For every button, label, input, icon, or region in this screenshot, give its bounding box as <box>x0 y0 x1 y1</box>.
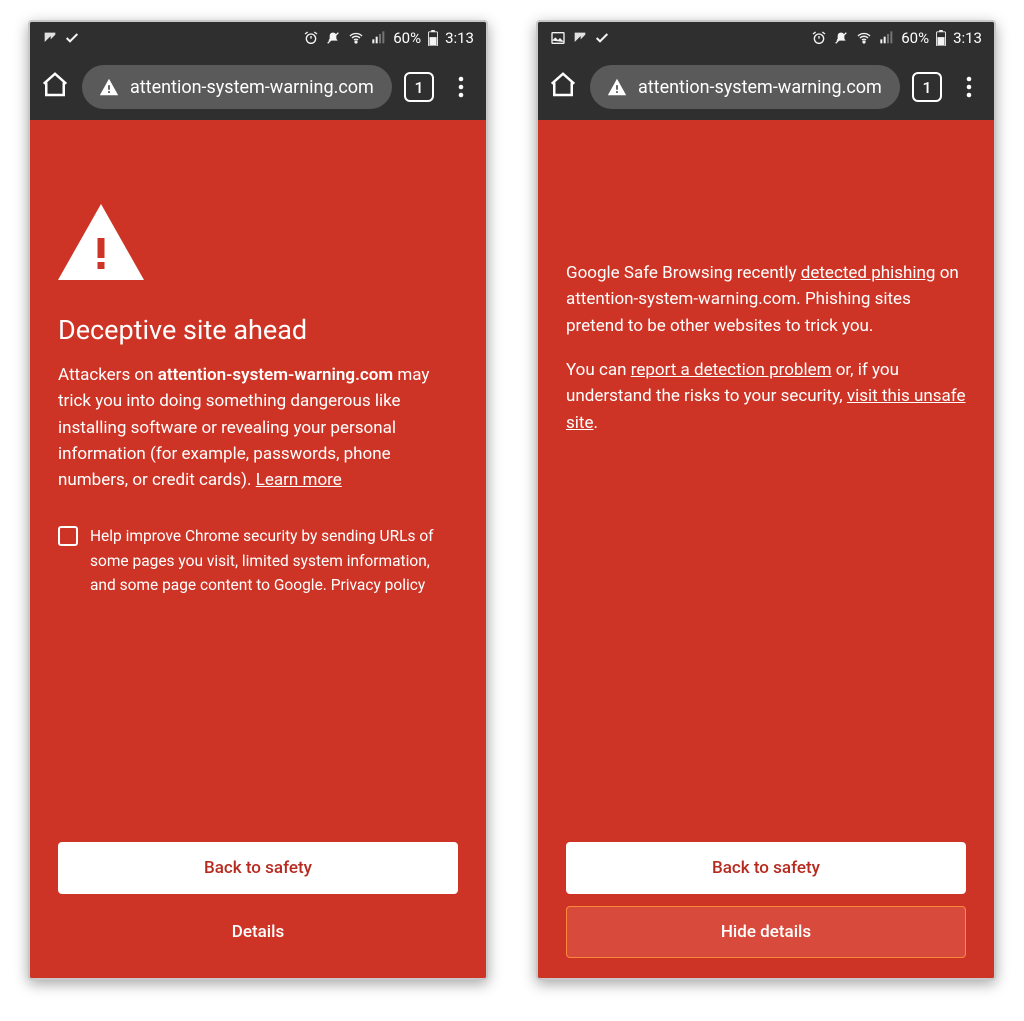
battery-percent: 60% <box>393 29 421 47</box>
opt-in-label: Help improve Chrome security by sending … <box>90 524 458 598</box>
back-to-safety-button[interactable]: Back to safety <box>58 842 458 894</box>
signal-icon <box>879 30 895 46</box>
url-bar[interactable]: attention-system-warning.com <box>590 65 900 109</box>
alarm-icon <box>303 30 319 46</box>
home-icon[interactable] <box>548 70 578 104</box>
home-icon[interactable] <box>40 70 70 104</box>
nfc-icon <box>572 30 588 46</box>
battery-icon <box>427 30 439 46</box>
wifi-icon <box>855 30 873 46</box>
tab-count-number: 1 <box>414 78 423 97</box>
big-warning-icon <box>58 204 458 284</box>
status-bar: 60% 3:13 <box>30 22 486 54</box>
url-text: attention-system-warning.com <box>638 77 882 98</box>
back-to-safety-button[interactable]: Back to safety <box>566 842 966 894</box>
picture-icon <box>550 30 566 46</box>
report-problem-link[interactable]: report a detection problem <box>631 360 832 380</box>
tab-count-number: 1 <box>922 78 931 97</box>
battery-icon <box>935 30 947 46</box>
phone-screenshot-details: 60% 3:13 attention-system-warning.com 1 … <box>536 20 996 980</box>
details-paragraph-1: Google Safe Browsing recently detected p… <box>566 260 966 339</box>
opt-in-checkbox[interactable] <box>58 526 78 546</box>
details-button[interactable]: Details <box>58 906 458 958</box>
clock-time: 3:13 <box>445 29 474 47</box>
more-menu-icon[interactable] <box>954 76 984 98</box>
warning-triangle-icon <box>606 76 628 98</box>
opt-in-row: Help improve Chrome security by sending … <box>58 524 458 598</box>
privacy-policy-link[interactable]: Privacy policy <box>331 576 425 594</box>
details-paragraph-2: You can report a detection problem or, i… <box>566 357 966 436</box>
detected-phishing-link[interactable]: detected phishing <box>801 263 936 283</box>
check-icon <box>594 30 610 46</box>
mute-icon <box>833 30 849 46</box>
url-bar[interactable]: attention-system-warning.com <box>82 65 392 109</box>
wifi-icon <box>347 30 365 46</box>
status-right-icons: 60% 3:13 <box>811 29 982 47</box>
warning-body: Attackers on attention-system-warning.co… <box>58 362 458 494</box>
tab-switcher[interactable]: 1 <box>912 72 942 102</box>
browser-toolbar: attention-system-warning.com 1 <box>30 54 486 120</box>
status-left-icons <box>550 30 610 46</box>
status-bar: 60% 3:13 <box>538 22 994 54</box>
status-left-icons <box>42 30 80 46</box>
hide-details-button[interactable]: Hide details <box>566 906 966 958</box>
check-icon <box>64 30 80 46</box>
alarm-icon <box>811 30 827 46</box>
nfc-icon <box>42 30 58 46</box>
signal-icon <box>371 30 387 46</box>
clock-time: 3:13 <box>953 29 982 47</box>
warning-triangle-icon <box>98 76 120 98</box>
tab-switcher[interactable]: 1 <box>404 72 434 102</box>
battery-percent: 60% <box>901 29 929 47</box>
browser-toolbar: attention-system-warning.com 1 <box>538 54 994 120</box>
malicious-domain: attention-system-warning.com <box>158 365 393 385</box>
more-menu-icon[interactable] <box>446 76 476 98</box>
learn-more-link[interactable]: Learn more <box>256 470 342 490</box>
status-right-icons: 60% 3:13 <box>303 29 474 47</box>
warning-page: Deceptive site ahead Attackers on attent… <box>30 120 486 978</box>
mute-icon <box>325 30 341 46</box>
page-title: Deceptive site ahead <box>58 314 458 346</box>
details-page: Google Safe Browsing recently detected p… <box>538 120 994 978</box>
phone-screenshot-main: 60% 3:13 attention-system-warning.com 1 … <box>28 20 488 980</box>
url-text: attention-system-warning.com <box>130 77 374 98</box>
